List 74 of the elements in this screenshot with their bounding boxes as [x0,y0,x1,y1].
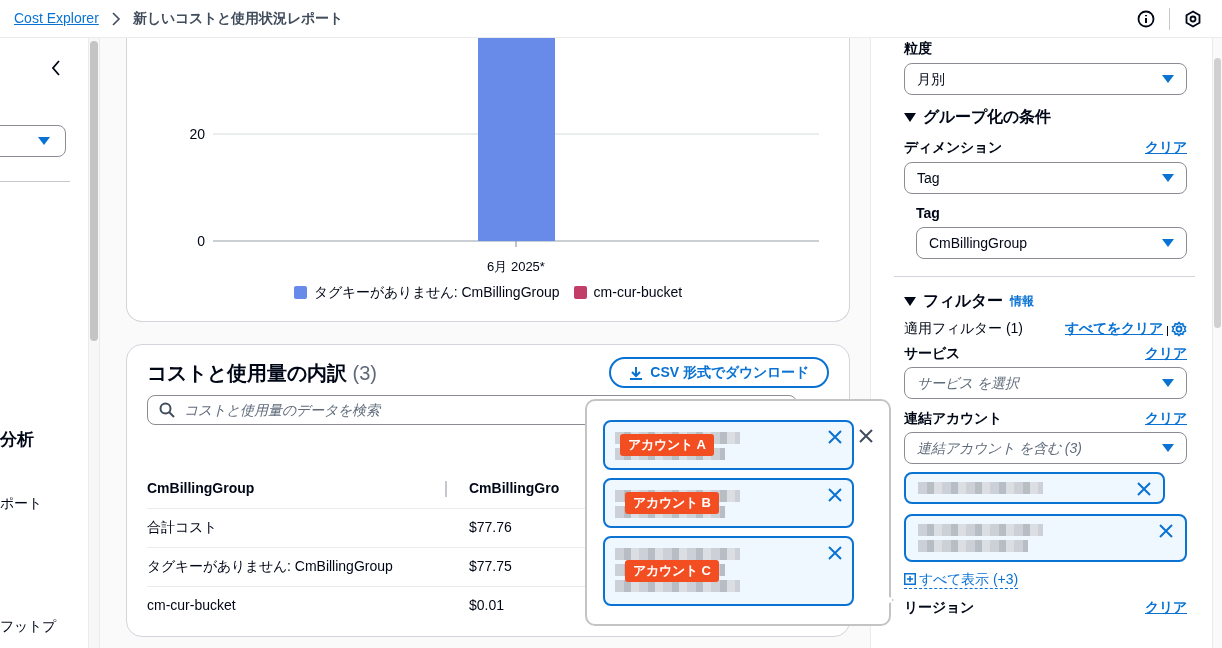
table-cell: $77.76 [469,519,512,535]
card-title: コストと使用量の内訳 [147,361,347,384]
expand-icon [904,573,916,586]
caret-icon [1162,444,1174,452]
collapse-icon[interactable] [51,60,61,76]
account-label: アカウント C [625,560,719,582]
clear-link[interactable]: クリア [1145,597,1187,619]
info-icon[interactable] [1137,9,1155,28]
download-icon [629,365,644,380]
settings-icon[interactable] [1184,9,1202,28]
table-cell: $0.01 [469,597,505,614]
account-label: アカウント A [620,434,714,456]
close-icon[interactable] [1159,524,1173,538]
show-all-link[interactable]: すべて表示 (+3) [904,570,1019,590]
search-icon [159,402,175,418]
field-label: 粒度 [904,39,933,58]
section-title[interactable]: フィルター [923,289,1003,313]
close-icon[interactable] [859,429,873,443]
caret-icon [1162,75,1174,83]
breadcrumb-current: 新しいコストと使用状況レポート [132,9,343,28]
table-cell: タグキーがありません: CmBillingGroup [147,558,393,574]
field-label: ディメンション [904,138,1002,157]
account-label: アカウント B [625,492,719,514]
table-cell: 合計コスト [147,519,217,535]
account-token[interactable] [904,514,1187,562]
expand-icon[interactable] [904,296,916,306]
axis-label: 20 [189,126,205,142]
select-field[interactable]: CmBillingGroup [916,227,1187,259]
caret-icon [1162,379,1174,387]
legend-label: タグキーがありません: CmBillingGroup [313,283,560,302]
column-header[interactable]: CmBillingGro [469,479,560,496]
clear-link[interactable]: クリア [1145,343,1187,364]
nav-heading: 分析 [0,429,34,451]
axis-label: 0 [197,233,205,249]
select-field[interactable]: Tag [904,162,1187,194]
nav-item[interactable]: ポート [0,493,42,514]
field-label: Tag [916,204,941,223]
close-icon[interactable] [828,488,842,502]
count-label: (3) [352,361,377,384]
caret-icon [38,137,50,145]
account-token[interactable]: アカウント C [603,536,854,606]
select-field[interactable]: 月別 [904,63,1187,95]
scrollbar-thumb[interactable] [1214,58,1221,328]
column-header[interactable]: CmBillingGroup [147,479,255,496]
expand-icon[interactable] [904,112,916,122]
table-cell: cm-cur-bucket [147,597,236,614]
section-title[interactable]: グループ化の条件 [923,105,1051,129]
select-field[interactable] [0,125,66,157]
close-icon[interactable] [828,430,842,444]
applied-filters-label: 適用フィルター (1) [904,319,1023,338]
caret-icon [1162,239,1174,247]
chevron-right-icon [110,11,121,26]
nav-item[interactable]: フットプ [0,616,56,637]
axis-label: 6月 2025* [487,259,545,274]
account-token[interactable]: アカウント B [603,478,854,528]
legend-label: cm-cur-bucket [593,283,683,302]
close-icon[interactable] [828,546,842,560]
download-button[interactable]: CSV 形式でダウンロード [609,357,829,388]
breadcrumb-link[interactable]: Cost Explorer [14,8,99,29]
field-label: サービス [904,344,960,363]
field-label: リージョン [904,598,974,618]
info-link[interactable]: 情報 [1010,292,1034,310]
scrollbar-thumb[interactable] [90,41,98,341]
clear-all-link[interactable]: すべてをクリア [1065,318,1163,339]
field-label: 連結アカウント [904,409,1002,428]
clear-link[interactable]: クリア [1145,408,1187,429]
clear-link[interactable]: クリア [1145,137,1187,158]
caret-icon [1162,174,1174,182]
select-field[interactable]: サービス を選択 [904,367,1187,399]
close-icon[interactable] [1137,482,1151,496]
account-token[interactable]: アカウント A [603,420,854,470]
account-token[interactable] [904,472,1165,504]
select-field[interactable]: 連結アカウント を含む (3) [904,432,1187,464]
table-cell: $77.75 [469,558,512,574]
